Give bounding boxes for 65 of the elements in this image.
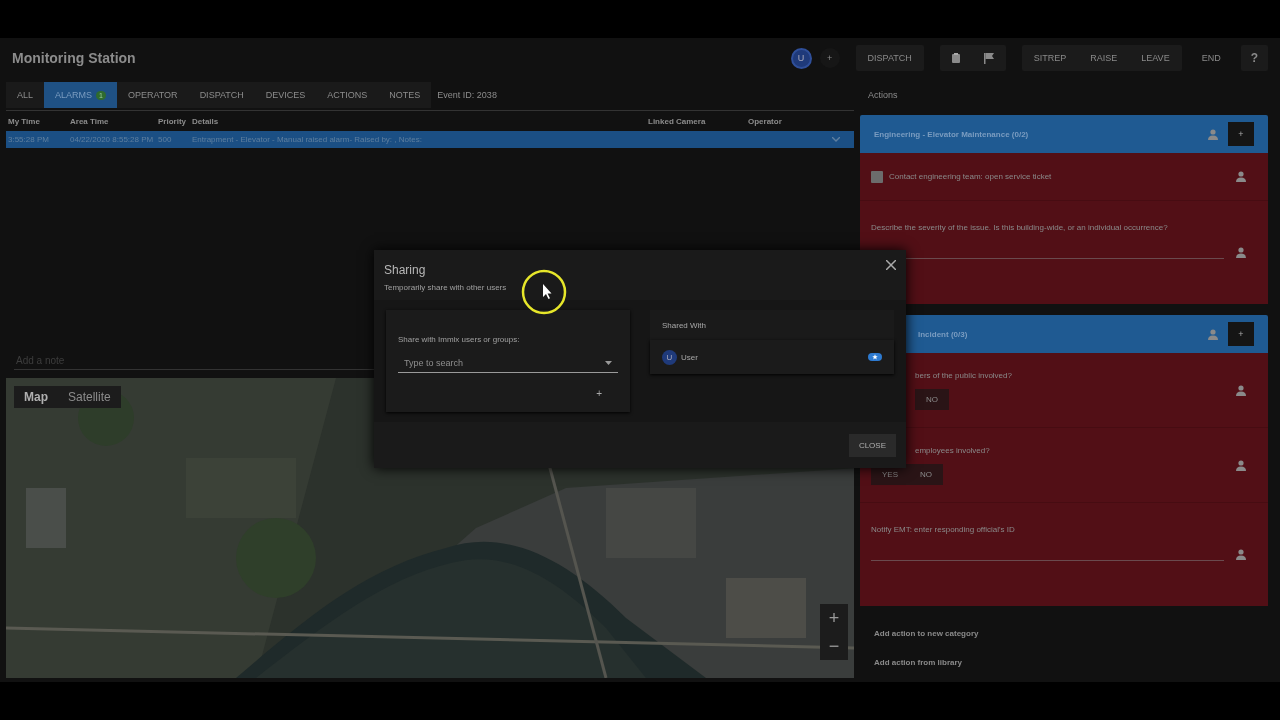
answer-button[interactable]: NO [915, 388, 949, 410]
section-header: Shared With [650, 310, 894, 340]
answer-button[interactable]: NO [909, 463, 943, 485]
person-icon [1208, 328, 1218, 340]
chevron-down-icon [832, 137, 840, 142]
column-header: Details [192, 116, 220, 126]
toolbar-button[interactable]: SITREP [1021, 45, 1079, 71]
category-title: Engineering - Elevator Maintenance (0/2) [874, 129, 1030, 139]
column-header: Area Time [70, 116, 110, 126]
close-button[interactable] [886, 260, 896, 270]
person-icon [1236, 247, 1246, 258]
person-icon [1236, 171, 1246, 182]
help-button[interactable]: ? [1240, 45, 1268, 71]
person-icon [1236, 384, 1246, 396]
user-name: User [681, 352, 699, 362]
event-id: Event ID: 2038 [437, 90, 497, 100]
column-header: Priority [158, 116, 187, 126]
end-button[interactable]: END [1189, 45, 1233, 71]
add-action-link[interactable]: Add action to new category [874, 629, 1268, 638]
search-field[interactable]: Type to search [398, 354, 618, 373]
tab[interactable]: DISPATCH [188, 82, 255, 108]
tab[interactable]: OPERATOR [116, 82, 189, 108]
clipboard-icon [951, 53, 960, 63]
map-type-button[interactable]: Map [14, 386, 58, 408]
dialog-subtitle: Temporarily share with other users [384, 283, 508, 292]
answer-button[interactable]: YES [871, 463, 909, 485]
cursor-highlight [520, 268, 568, 316]
column-header: Linked Camera [648, 116, 707, 126]
category-title: Incident (0/3) [917, 329, 969, 339]
add-button[interactable]: + [1228, 122, 1254, 146]
checkbox[interactable] [871, 170, 883, 183]
column-header: Operator [748, 116, 783, 126]
caret-icon [605, 361, 612, 365]
column-header: My Time [8, 116, 41, 126]
window-title: Monitoring Station [12, 50, 137, 66]
panel-title: Actions [868, 90, 899, 100]
flag-icon [983, 52, 994, 64]
map-type-button[interactable]: Satellite [58, 386, 121, 408]
question-label: Notify EMT: enter responding official's ID [871, 525, 1016, 534]
close-icon [886, 260, 896, 270]
add-action-link[interactable]: Add action from library [874, 658, 1268, 667]
tab[interactable]: ACTIONS [316, 82, 379, 108]
tab[interactable]: NOTES [378, 82, 432, 108]
question-label: bers of the public involved? [914, 370, 1013, 380]
question-label: Describe the severity of the issue. Is this building-wide, or an individual occurrence? [871, 223, 1169, 232]
zoom-out-button[interactable]: − [820, 632, 848, 660]
person-icon [1236, 549, 1246, 560]
add-button[interactable]: + [590, 387, 608, 400]
person-icon [1208, 128, 1218, 140]
person-icon [1236, 459, 1246, 471]
add-button[interactable]: + [1228, 322, 1254, 346]
action-label: Contact engineering team: open service ticket [889, 172, 1053, 181]
close-button[interactable]: CLOSE [848, 433, 896, 457]
dispatch-button[interactable]: DISPATCH [855, 45, 924, 71]
field-label: Share with Immix users or groups: [398, 335, 520, 344]
tab[interactable]: DEVICES [254, 82, 317, 108]
user-avatar[interactable]: U [790, 47, 812, 69]
user-avatar: U [662, 349, 677, 365]
dialog-title: Sharing [384, 263, 426, 277]
toolbar-button[interactable]: LEAVE [1129, 45, 1182, 71]
category-header[interactable]: Engineering - Elevator Maintenance (0/2) + [860, 115, 1268, 153]
tab[interactable]: ALL [6, 82, 44, 108]
toolbar-button[interactable]: RAISE [1078, 45, 1130, 71]
add-button[interactable]: + [819, 48, 840, 68]
zoom-in-button[interactable]: + [820, 604, 848, 632]
